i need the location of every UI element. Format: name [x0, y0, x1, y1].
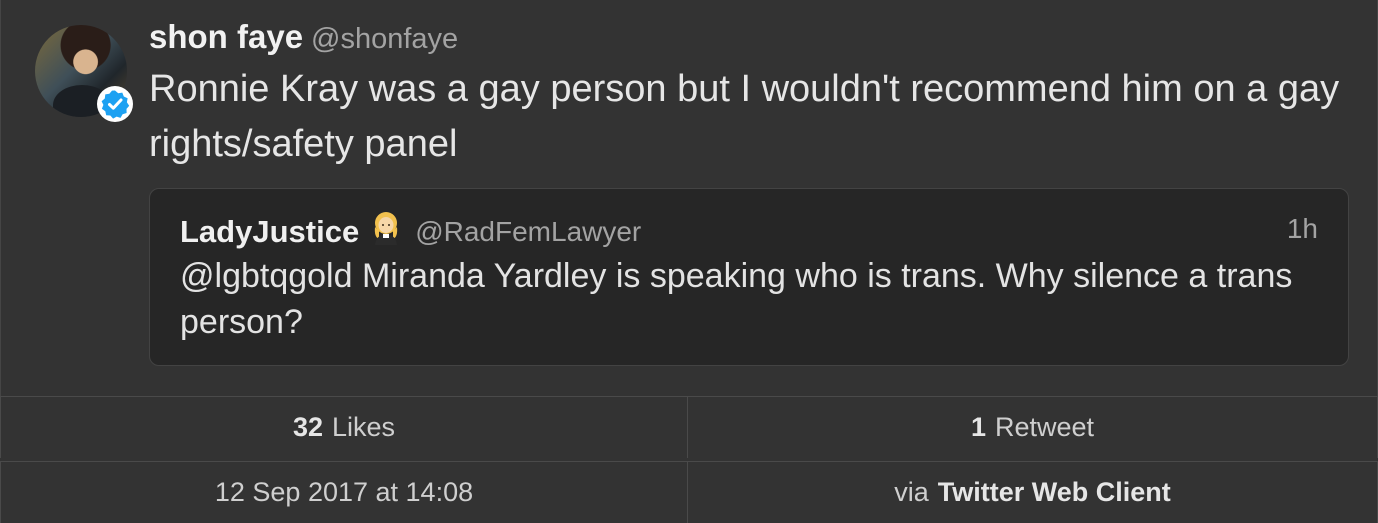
quoted-tweet[interactable]: LadyJustice @RadFemLawyer 1h @lgbtqgold … [149, 188, 1349, 366]
likes-label: Likes [332, 412, 396, 442]
tweet-text: Ronnie Kray was a gay person but I would… [149, 68, 1340, 165]
quoted-author-line: LadyJustice @RadFemLawyer [180, 211, 641, 253]
retweets-stat[interactable]: 1 Retweet [688, 397, 1378, 458]
author-line: shon faye @shonfaye [149, 18, 458, 56]
likes-count: 32 [292, 412, 323, 442]
author-handle[interactable]: @shonfaye [311, 23, 458, 55]
tweet-card: shon faye @shonfaye Ronnie Kray was a gay… [0, 0, 1378, 396]
quoted-handle: @RadFemLawyer [415, 216, 642, 247]
via-prefix: via [894, 477, 929, 507]
verified-check-icon [101, 90, 130, 119]
quoted-display-name: LadyJustice [180, 214, 360, 249]
likes-stat[interactable]: 32 Likes [0, 397, 688, 458]
tweet-stats: 32 Likes 1 Retweet 12 Sep 2017 at 14:08 vi… [0, 396, 1378, 523]
quoted-time: 1h [1286, 213, 1318, 244]
client-name[interactable]: Twitter Web Client [938, 477, 1171, 508]
quoted-text: @lgbtqgold Miranda Yardley is speaking w… [180, 257, 1293, 341]
author-display-name[interactable]: shon faye [149, 18, 303, 55]
retweets-label: Retweet [994, 412, 1095, 442]
verified-badge-icon [97, 86, 133, 122]
tweet-source: via Twitter Web Client [688, 462, 1378, 523]
woman-judge-icon [371, 211, 401, 253]
retweets-count: 1 [970, 412, 986, 442]
tweet-timestamp: 12 Sep 2017 at 14:08 [0, 462, 688, 523]
